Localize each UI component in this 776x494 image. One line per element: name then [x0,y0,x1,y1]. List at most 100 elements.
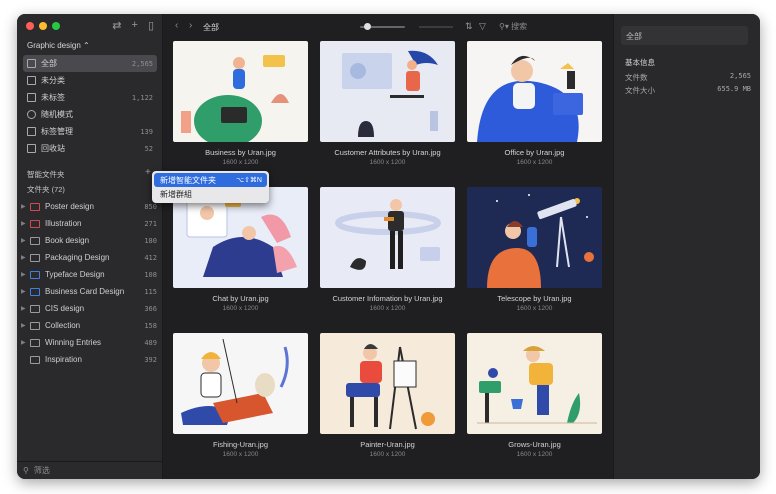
folder-icon [30,202,40,211]
disclosure-triangle-icon[interactable]: ▶ [21,288,30,295]
thumbnail-name: Fishing-Uran.jpg [212,440,269,449]
context-menu: 新增智能文件夹 ⌥⇧⌘N 新增群組 [152,171,269,203]
disclosure-triangle-icon[interactable]: ▶ [21,203,30,210]
thumbnail-dims: 1600 x 1200 [222,305,259,312]
thumbnail-card[interactable]: Office by Uran.jpg 1600 x 1200 [467,41,602,166]
search-icon: ⚲▾ [499,22,512,31]
folder-icon [30,355,40,364]
folder-item[interactable]: ▶ Typeface Design 108 [19,266,157,283]
folder-item[interactable]: ▶ Poster design 850 [19,198,157,215]
thumbnail-card[interactable]: Grows-Uran.jpg 1600 x 1200 [467,333,602,458]
disclosure-triangle-icon[interactable]: ▶ [21,322,30,329]
inspector-title-field[interactable]: 全部 [621,26,748,45]
disclosure-triangle-icon[interactable]: ▶ [21,271,30,278]
inspector-row-label: 文件大小 [625,86,655,95]
disclosure-triangle-icon[interactable]: ▶ [21,254,30,261]
main-toolbar: ‹ › 全部 ⇅ ▽ ⚲▾ 搜索 [163,14,613,40]
folder-label: Poster design [45,202,94,211]
add-icon[interactable]: + [132,19,138,32]
folder-count: 115 [144,287,157,296]
sort-icon[interactable]: ⇅ [465,21,473,32]
search-icon: ⚲ [23,466,29,475]
thumbnail-card[interactable]: Fishing-Uran.jpg 1600 x 1200 [173,333,308,458]
filter-field[interactable]: ⚲ 筛选 [17,461,163,479]
folder-label: Collection [45,321,81,330]
sync-icon[interactable]: ⇄ [112,19,121,32]
thumbnail-card[interactable]: Customer Attributes by Uran.jpg 1600 x 1… [320,41,455,166]
thumbnail-image[interactable] [467,333,602,434]
folder-item[interactable]: ▶ Collection 158 [19,317,157,334]
sidebar-item-tag-manage[interactable]: 标签管理 139 [23,123,157,140]
menu-item-label: 新增群組 [160,189,192,199]
thumbnail-image[interactable] [173,41,308,142]
folders-label: 文件夹 (72) [27,185,65,194]
thumbnail-name: Customer Infomation by Uran.jpg [332,294,443,303]
random-icon [27,110,36,119]
folder-icon [30,270,40,279]
thumbnail-image[interactable] [320,333,455,434]
thumbnail-name: Painter-Uran.jpg [360,440,415,449]
thumbnail-card[interactable]: Chat by Uran.jpg 1600 x 1200 [173,187,308,312]
search-field[interactable]: ⚲▾ 搜索 [499,21,527,32]
thumbnail-card[interactable]: Customer Infomation by Uran.jpg 1600 x 1… [320,187,455,312]
thumbnail-image[interactable] [173,333,308,434]
sidebar-item-untagged[interactable]: 未标签 1,122 [23,89,157,106]
thumbnail-image[interactable] [467,187,602,288]
sidebar-item-label: 未标签 [41,93,65,102]
slider-knob[interactable] [364,23,371,30]
sidebar-item-trash[interactable]: 回收站 52 [23,140,157,157]
thumbnail-card[interactable]: Painter-Uran.jpg 1600 x 1200 [320,333,455,458]
folder-label: Winning Entries [45,338,102,347]
disclosure-triangle-icon[interactable]: ▶ [21,220,30,227]
sidebar-item-random[interactable]: 随机模式 [23,106,157,123]
thumbnail-name: Grows-Uran.jpg [508,440,561,449]
sidebar-toolbar: ⇄ + ▯ [112,19,154,32]
zoom-window-button[interactable] [52,22,60,30]
back-arrow-icon[interactable]: ‹ [175,20,178,31]
thumbnail-image[interactable] [320,41,455,142]
sidebar: ⇄ + ▯ Graphic design ⌃ 全部 2,565 未分类 未标签 1,… [17,14,163,479]
folder-count: 108 [144,270,157,279]
minimize-window-button[interactable] [39,22,47,30]
toggle-sidebar-icon[interactable]: ▯ [148,19,154,32]
folder-item[interactable]: ▶ Winning Entries 489 [19,334,157,351]
close-window-button[interactable] [26,22,34,30]
folder-item[interactable]: ▶ Business Card Design 115 [19,283,157,300]
breadcrumb: 全部 [203,23,219,32]
folder-label: Illustration [45,219,82,228]
forward-arrow-icon[interactable]: › [189,20,192,31]
disclosure-triangle-icon[interactable]: ▶ [21,305,30,312]
folder-item[interactable]: ▶ Book design 180 [19,232,157,249]
library-switcher[interactable]: Graphic design ⌃ [27,41,90,50]
inspector-panel: 全部 基本信息 文件数 2,565 文件大小 655.9 MB [613,14,760,479]
thumbnail-image[interactable] [467,41,602,142]
folder-item[interactable]: ▶ Packaging Design 412 [19,249,157,266]
folder-count: 489 [144,338,157,347]
item-count: 2,565 [131,59,153,68]
disclosure-triangle-icon[interactable]: ▶ [21,339,30,346]
app-window: ⇄ + ▯ Graphic design ⌃ 全部 2,565 未分类 未标签 1,… [17,14,760,479]
sidebar-item-all[interactable]: 全部 2,565 [23,55,157,72]
thumbnail-dims: 1600 x 1200 [369,159,406,166]
thumbnail-name: Customer Attributes by Uran.jpg [334,148,441,157]
menu-item-new-smart-folder[interactable]: 新增智能文件夹 ⌥⇧⌘N [154,173,267,187]
thumbnail-card[interactable]: Business by Uran.jpg 1600 x 1200 [173,41,308,166]
filter-icon[interactable]: ▽ [479,21,486,32]
thumbnail-image[interactable] [320,187,455,288]
thumbnail-name: Business by Uran.jpg [205,148,276,157]
folder-item[interactable]: ▶ CIS design 366 [19,300,157,317]
sidebar-item-uncategorized[interactable]: 未分类 [23,72,157,89]
add-smart-folder-icon[interactable]: + [145,167,151,178]
folder-item[interactable]: ▶Inspiration392 [19,351,157,368]
folder-count: 412 [144,253,157,262]
folder-item[interactable]: ▶ Illustration 271 [19,215,157,232]
menu-item-new-group[interactable]: 新增群組 [154,187,267,201]
folder-count: 271 [144,219,157,228]
folder-label: CIS design [45,304,85,313]
thumbnail-dims: 1600 x 1200 [369,305,406,312]
thumbnail-card[interactable]: Telescope by Uran.jpg 1600 x 1200 [467,187,602,312]
inspector-row-label: 文件数 [625,73,648,82]
disclosure-triangle-icon[interactable]: ▶ [21,237,30,244]
sidebar-item-label: 全部 [41,59,57,68]
filter-placeholder: 筛选 [33,466,50,475]
